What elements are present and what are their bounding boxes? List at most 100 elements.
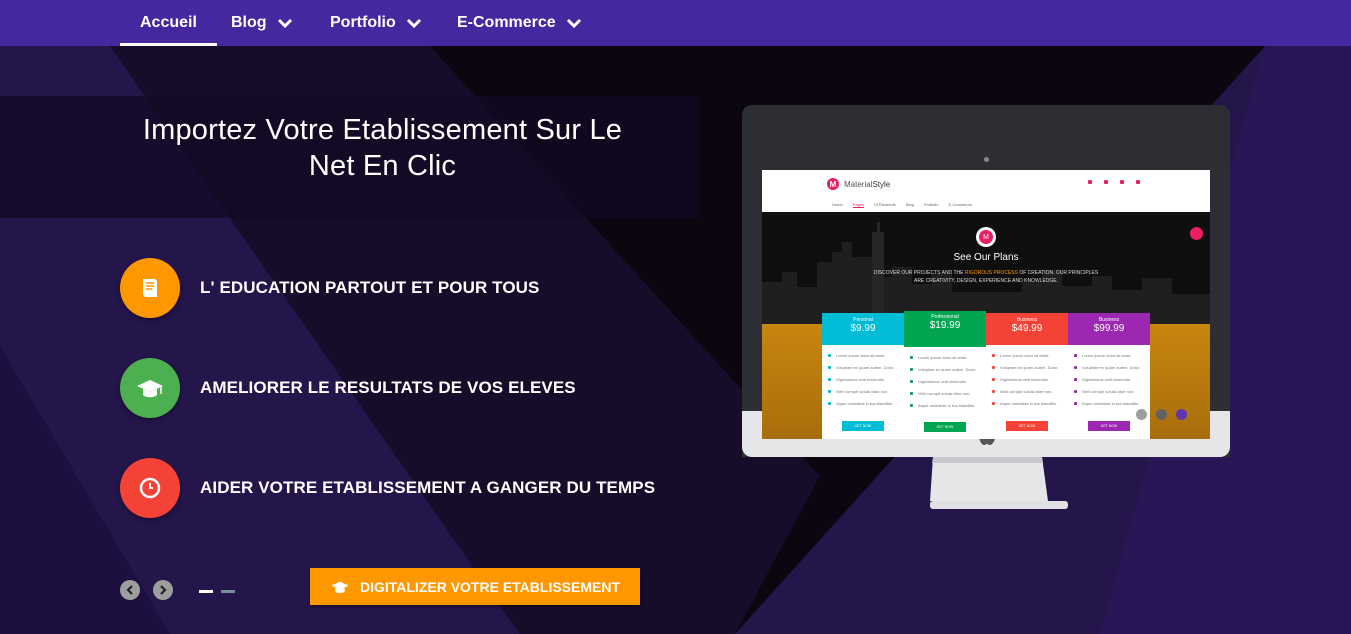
chevron-down-icon [566, 18, 581, 29]
plan-header: Business $99.99 [1068, 313, 1150, 345]
slider-indicator-1[interactable] [199, 590, 213, 593]
mockup-plan-card: Business $49.99 Lorem ipsum dolor sit am… [986, 313, 1068, 439]
search-icon [1120, 180, 1124, 184]
monitor-screen: M MaterialStyle Home Pages UI Elements B… [762, 170, 1210, 439]
plan-get-now-button[interactable]: GET NOW [924, 422, 966, 432]
mockup-plan-card: Business $99.99 Lorem ipsum dolor sit am… [1068, 313, 1150, 439]
mockup-header-icons [1088, 180, 1140, 184]
plan-feature: Voluptate ex quam autem. Dolor. [828, 361, 898, 373]
mockup-brand-first: Material [844, 180, 873, 189]
mockup-nav: Home Pages UI Elements Blog Portfolio E-… [832, 202, 972, 208]
feature-label: AMELIORER LE RESULTATS DE VOS ELEVES [200, 378, 576, 397]
feature-icon-circle [120, 458, 180, 518]
feature-time: AIDER VOTRE ETABLISSEMENT A GANGER DU TE… [120, 458, 655, 518]
feature-icon-circle [120, 358, 180, 418]
graduation-cap-icon [137, 380, 163, 398]
feature-icon-circle [120, 258, 180, 318]
plan-feature: Atque molestiae in tua blanditiis. [910, 399, 980, 411]
plan-feature: Dignissimos velit reiciendis. [910, 375, 980, 387]
mockup-brand-second: Style [872, 180, 891, 189]
chevron-left-icon [126, 585, 133, 595]
plan-header: Professional $19.99 [904, 311, 986, 347]
plan-feature: Lorem ipsum dolor sit amet. [828, 349, 898, 361]
nav-item-blog[interactable]: Blog [231, 0, 293, 46]
mockup-nav-item: Pages [852, 202, 865, 208]
book-icon [143, 279, 157, 297]
clock-icon [139, 477, 161, 499]
feature-education: L' EDUCATION PARTOUT ET POUR TOUS [120, 258, 539, 318]
plan-feature: Lorem ipsum dolor sit amet. [1074, 349, 1144, 361]
plan-feature: Voluptate ex quam autem. Dolor. [910, 363, 980, 375]
nav-label: Portfolio [330, 14, 396, 31]
carousel-dot-2[interactable] [1156, 409, 1167, 420]
mockup-brand: MaterialStyle [844, 180, 890, 189]
mockup-plan-card: Professional $19.99 Lorem ipsum dolor si… [904, 311, 986, 439]
headline-line-2: Net En Clic [308, 150, 457, 182]
nav-item-portfolio[interactable]: Portfolio [330, 0, 422, 46]
mockup-plan-card: Personal $9.99 Lorem ipsum dolor sit ame… [822, 313, 904, 439]
chevron-down-icon [277, 18, 292, 29]
nav-label: Blog [231, 14, 267, 31]
plan-feature: Voluptate ex quam autem. Dolor. [1074, 361, 1144, 373]
nav-item-ecommerce[interactable]: E-Commerce [457, 0, 582, 46]
mockup-header: M MaterialStyle Home Pages UI Elements B… [762, 170, 1210, 212]
plan-feature: Nihil corrupti soluta vitae non. [992, 385, 1062, 397]
mockup-nav-item: E-Commerce [948, 202, 973, 207]
nav-label: Accueil [140, 14, 197, 31]
plan-price: $99.99 [1093, 323, 1125, 334]
mockup-sub-highlight: RIGOROUS PROCESS [964, 270, 1018, 276]
menu-icon [1136, 180, 1140, 184]
mockup-m-letter: M [979, 230, 993, 244]
plan-feature: Dignissimos velit reiciendis. [992, 373, 1062, 385]
graduation-cap-icon [331, 581, 349, 593]
plan-get-now-button[interactable]: GET NOW [1006, 421, 1048, 431]
plan-feature: Dignissimos velit reiciendis. [1074, 373, 1144, 385]
cta-digitalize-button[interactable]: DIGITALIZER VOTRE ETABLISSEMENT [310, 568, 640, 605]
share-icon [1088, 180, 1092, 184]
mockup-title: See Our Plans [953, 252, 1019, 263]
plan-price-value: 9.99 [856, 323, 876, 334]
share-icon [1190, 227, 1203, 240]
mockup-subtitle: DISCOVER OUR PROJECTS AND THE RIGOROUS P… [872, 269, 1100, 285]
plan-get-now-button[interactable]: GET NOW [842, 421, 884, 431]
plan-get-now-button[interactable]: GET NOW [1088, 421, 1130, 431]
plan-price: $49.99 [1011, 323, 1043, 334]
plan-header: Business $49.99 [986, 313, 1068, 345]
slider-indicator-2[interactable] [221, 590, 235, 593]
headline-line-1: Importez Votre Etablissement Sur Le [142, 114, 623, 146]
plan-feature-list: Lorem ipsum dolor sit amet. Voluptate ex… [822, 345, 904, 413]
plan-price: $19.99 [929, 320, 961, 331]
mockup-nav-item: Blog [905, 202, 914, 207]
mockup-sub-before: DISCOVER OUR PROJECTS AND THE [873, 270, 965, 276]
chevron-down-icon [406, 18, 421, 29]
plan-feature: Dignissimos velit reiciendis. [828, 373, 898, 385]
plan-feature: Atque molestiae in tua blanditiis. [828, 397, 898, 409]
plan-price-value: 49.99 [1017, 323, 1043, 334]
plan-feature: Voluptate ex quam autem. Dolor. [992, 361, 1062, 373]
plan-feature-list: Lorem ipsum dolor sit amet. Voluptate ex… [904, 347, 986, 415]
mockup-nav-item: UI Elements [874, 202, 896, 207]
plan-feature: Lorem ipsum dolor sit amet. [992, 349, 1062, 361]
mockup-nav-item: Home [832, 202, 843, 207]
plan-price-value: 19.99 [935, 320, 961, 331]
plan-feature: Nihil corrupti soluta vitae non. [1074, 385, 1144, 397]
mockup-nav-item: Portfolio [923, 202, 939, 207]
plan-price-value: 99.99 [1099, 323, 1125, 334]
user-icon [1104, 180, 1108, 184]
plan-feature: Nihil corrupti soluta vitae non. [910, 387, 980, 399]
monitor-camera [984, 157, 989, 162]
slider-next-button[interactable] [153, 580, 173, 600]
plan-feature-list: Lorem ipsum dolor sit amet. Voluptate ex… [1068, 345, 1150, 413]
cta-label: DIGITALIZER VOTRE ETABLISSEMENT [359, 578, 621, 595]
plan-feature: Atque molestiae in tua blanditiis. [1074, 397, 1144, 409]
mockup-m-badge: M [976, 227, 996, 247]
carousel-dot-1[interactable] [1136, 409, 1147, 420]
feature-label: AIDER VOTRE ETABLISSEMENT A GANGER DU TE… [200, 478, 656, 497]
plan-feature: Atque molestiae in tua blanditiis. [992, 397, 1062, 409]
plan-header: Personal $9.99 [822, 313, 904, 345]
plan-feature: Nihil corrupti soluta vitae non. [828, 385, 898, 397]
nav-item-accueil[interactable]: Accueil [120, 0, 217, 46]
slider-prev-button[interactable] [120, 580, 140, 600]
carousel-dot-3[interactable] [1176, 409, 1187, 420]
feature-results: AMELIORER LE RESULTATS DE VOS ELEVES [120, 358, 576, 418]
